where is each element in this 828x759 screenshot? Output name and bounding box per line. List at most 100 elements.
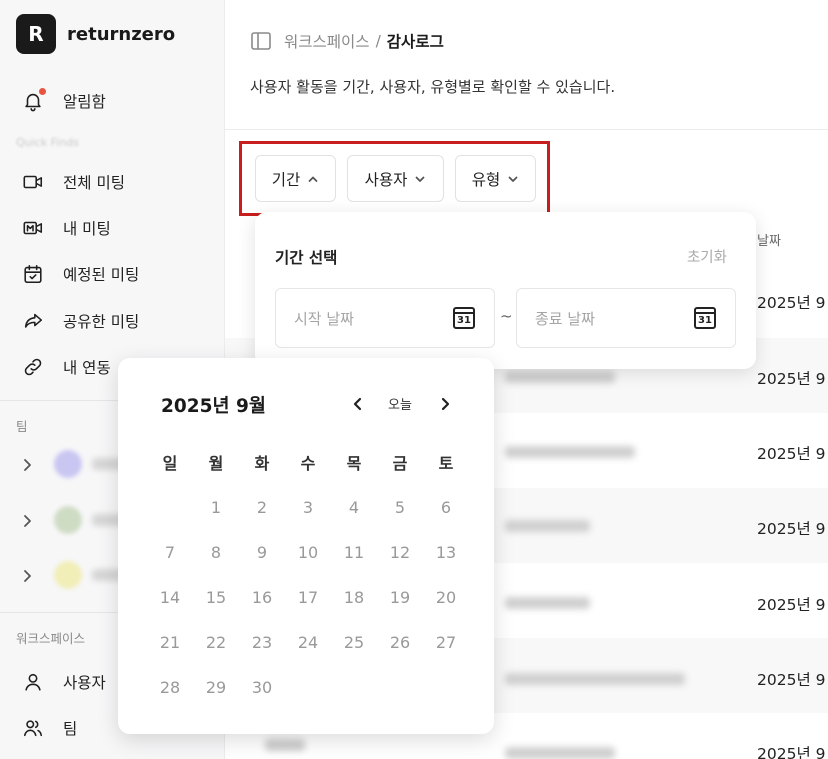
period-select-popover: 기간 선택 초기화 시작 날짜 31 ~ 종료 날짜 31 <box>255 212 756 369</box>
filter-label: 사용자 <box>364 170 408 189</box>
calendar-day[interactable]: 15 <box>199 588 233 607</box>
filter-label: 기간 <box>271 170 301 189</box>
table-cell-date: 2025년 9 <box>757 370 826 388</box>
sidebar-item-label: 공유한 미팅 <box>63 313 140 331</box>
blurred-cell <box>505 371 615 383</box>
calendar-day[interactable]: 12 <box>383 543 417 562</box>
calendar-day[interactable]: 26 <box>383 633 417 652</box>
workspace-brand[interactable]: R returnzero <box>16 14 175 54</box>
brand-logo: R <box>16 14 56 54</box>
calendar-day[interactable]: 20 <box>429 588 463 607</box>
sidebar-item-my-meetings[interactable]: 내 미팅 <box>20 213 111 243</box>
sidebar-item-users[interactable]: 사용자 <box>20 667 106 697</box>
link-icon <box>20 354 46 380</box>
calendar-day[interactable]: 18 <box>337 588 371 607</box>
team-avatar <box>54 450 82 478</box>
team-row[interactable] <box>20 560 132 590</box>
popover-title: 기간 선택 <box>275 249 338 267</box>
weekday-header: 토 <box>438 454 454 473</box>
calendar-day[interactable]: 28 <box>153 678 187 697</box>
team-avatar <box>54 561 82 589</box>
calendar-day[interactable]: 16 <box>245 588 279 607</box>
breadcrumb-parent[interactable]: 워크스페이스 <box>284 30 370 52</box>
calendar-day[interactable]: 1 <box>199 498 233 517</box>
chevron-up-icon <box>308 176 318 182</box>
bell-icon <box>20 88 46 114</box>
breadcrumb-separator: / <box>375 32 381 50</box>
calendar-day[interactable]: 10 <box>291 543 325 562</box>
sidebar-item-all-meetings[interactable]: 전체 미팅 <box>20 167 125 197</box>
table-cell-date: 2025년 9 <box>757 445 826 463</box>
table-cell-date: 2025년 9 <box>757 294 826 312</box>
mic-video-icon <box>20 215 46 241</box>
sidebar-toggle-icon[interactable] <box>250 30 272 52</box>
next-month-button[interactable] <box>435 392 455 416</box>
table-cell-date: 2025년 9 <box>757 745 826 759</box>
calendar-day[interactable]: 11 <box>337 543 371 562</box>
start-date-placeholder: 시작 날짜 <box>294 309 354 328</box>
calendar-day[interactable]: 19 <box>383 588 417 607</box>
date-range-separator: ~ <box>500 307 513 325</box>
calendar-day[interactable]: 23 <box>245 633 279 652</box>
calendar-day[interactable]: 7 <box>153 543 187 562</box>
sidebar-item-label: 팀 <box>63 720 78 738</box>
weekday-header: 목 <box>346 454 362 473</box>
calendar-day[interactable]: 27 <box>429 633 463 652</box>
team-section-label: 팀 <box>16 419 28 434</box>
calendar-day[interactable]: 17 <box>291 588 325 607</box>
chevron-right-icon <box>441 397 450 411</box>
type-filter-button[interactable]: 유형 <box>455 155 536 202</box>
sidebar-item-shared-meetings[interactable]: 공유한 미팅 <box>20 306 139 336</box>
calendar-day[interactable]: 30 <box>245 678 279 697</box>
sidebar-item-label: 알림함 <box>63 93 106 111</box>
sidebar-item-label: 사용자 <box>63 674 106 692</box>
calendar-day[interactable]: 4 <box>337 498 371 517</box>
chevron-right-icon <box>20 457 34 471</box>
blurred-cell <box>505 673 685 685</box>
blurred-cell <box>505 597 590 609</box>
sidebar-item-label: 내 연동 <box>63 359 111 377</box>
users-icon <box>20 715 46 741</box>
calendar-day[interactable]: 3 <box>291 498 325 517</box>
calendar-day[interactable]: 5 <box>383 498 417 517</box>
weekday-header: 월 <box>208 454 224 473</box>
filter-label: 유형 <box>471 170 501 189</box>
calendar-day[interactable]: 14 <box>153 588 187 607</box>
weekday-header: 화 <box>254 454 270 473</box>
sidebar-item-teams[interactable]: 팀 <box>20 713 77 743</box>
reset-button[interactable]: 초기화 <box>687 246 727 267</box>
calendar-day[interactable]: 2 <box>245 498 279 517</box>
sidebar-item-label: 내 미팅 <box>63 220 111 238</box>
calendar-day[interactable]: 22 <box>199 633 233 652</box>
today-button[interactable]: 오늘 <box>388 394 412 413</box>
page-description: 사용자 활동을 기간, 사용자, 유형별로 확인할 수 있습니다. <box>250 78 616 96</box>
user-filter-button[interactable]: 사용자 <box>347 155 444 202</box>
prev-month-button[interactable] <box>348 392 368 416</box>
blurred-cell <box>505 747 615 759</box>
period-filter-button[interactable]: 기간 <box>255 155 336 202</box>
team-avatar <box>54 506 82 534</box>
calendar-day[interactable]: 9 <box>245 543 279 562</box>
start-date-field[interactable]: 시작 날짜 31 <box>275 288 495 348</box>
calendar-day[interactable]: 24 <box>291 633 325 652</box>
sidebar-item-notifications[interactable]: 알림함 <box>20 86 106 116</box>
blurred-cell <box>265 739 305 751</box>
calendar-day[interactable]: 21 <box>153 633 187 652</box>
calendar-day[interactable]: 13 <box>429 543 463 562</box>
chevron-left-icon <box>353 397 362 411</box>
calendar-day[interactable]: 29 <box>199 678 233 697</box>
breadcrumb: 워크스페이스 / 감사로그 <box>250 30 444 52</box>
column-header-date: 날짜 <box>757 234 781 249</box>
weekday-header: 수 <box>300 454 316 473</box>
calendar-day[interactable]: 6 <box>429 498 463 517</box>
team-row[interactable] <box>20 505 132 535</box>
sidebar-item-scheduled-meetings[interactable]: 예정된 미팅 <box>20 259 139 289</box>
team-row[interactable] <box>20 449 132 479</box>
page-title: 감사로그 <box>386 33 444 51</box>
table-cell-date: 2025년 9 <box>757 671 826 689</box>
calendar-day[interactable]: 8 <box>199 543 233 562</box>
calendar-day[interactable]: 25 <box>337 633 371 652</box>
sidebar-item-integrations[interactable]: 내 연동 <box>20 352 111 382</box>
end-date-field[interactable]: 종료 날짜 31 <box>516 288 736 348</box>
brand-name: returnzero <box>67 23 176 45</box>
